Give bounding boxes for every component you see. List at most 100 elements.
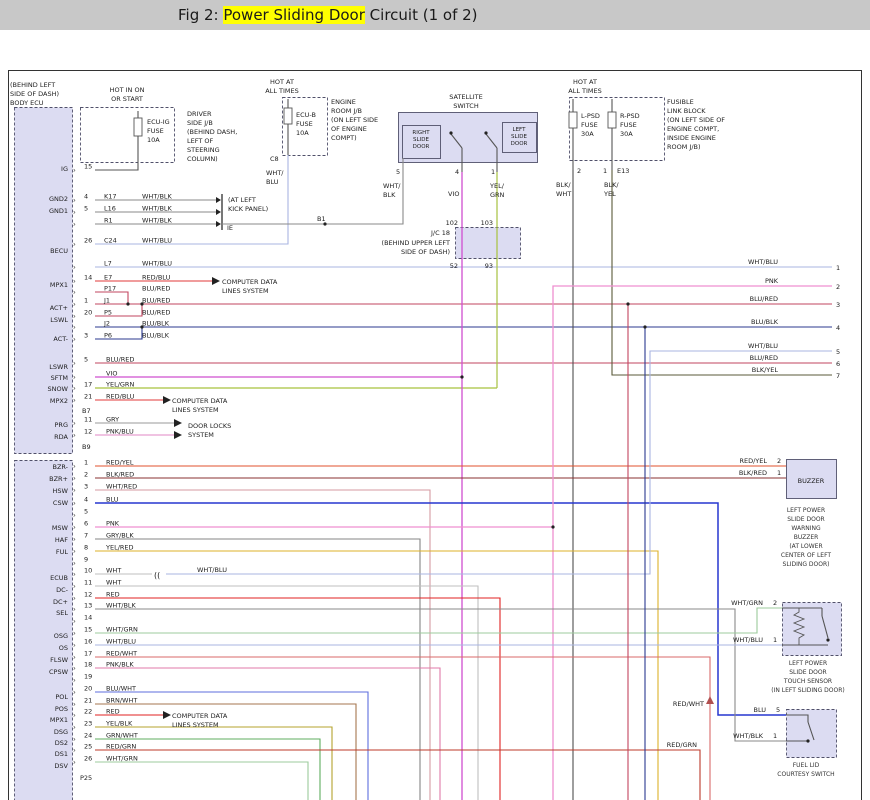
pin-connector-icon: ›: [73, 289, 76, 297]
touch-sensor-box: [783, 603, 842, 656]
pin-number: 15: [84, 163, 92, 171]
pin-label: BZR-: [52, 463, 68, 471]
label: OR START: [111, 95, 143, 103]
pin-number: 8: [84, 544, 88, 552]
label: SIDE OF DASH): [10, 90, 59, 98]
junction-dot: [449, 131, 452, 134]
pin-number: 14: [84, 614, 92, 622]
pin-label: ACT-: [53, 335, 68, 343]
pin-number: 23: [84, 720, 92, 728]
label: 1: [773, 636, 777, 644]
label: ECU-IG: [147, 118, 170, 126]
pin-number: 11: [84, 579, 92, 587]
pin-label: GND1: [49, 207, 68, 215]
pin-number: 16: [84, 638, 92, 646]
label: B9: [82, 443, 91, 451]
pin-number: 12: [84, 428, 92, 436]
label: P25: [80, 774, 92, 782]
label: 2: [777, 457, 781, 465]
label: COMPUTER DATA: [172, 712, 228, 720]
label: ALL TIMES: [265, 87, 298, 95]
pin-label: PRG: [55, 421, 68, 429]
wire-color-label: GRY/BLK: [106, 532, 134, 540]
pin-connector-icon: ›: [73, 606, 76, 614]
pin-number: 3: [84, 332, 88, 340]
pin-connector-icon: ›: [73, 654, 76, 662]
wire-code: E7: [104, 274, 112, 282]
pin-number: 5: [84, 205, 88, 213]
pin-number: 24: [84, 732, 92, 740]
pin-label: DSV: [54, 762, 68, 770]
junction-dot: [460, 375, 463, 378]
label: ROOM J/B: [331, 107, 362, 115]
label: FUSE: [581, 121, 598, 129]
fuse-symbol: [284, 108, 292, 124]
label: DOOR LOCKS: [188, 422, 231, 430]
wire-color-label: BLU/RED: [106, 356, 134, 364]
label: KICK PANEL): [228, 205, 268, 213]
label: DOOR: [413, 144, 430, 150]
wire-color-label: YEL/RED: [105, 544, 134, 552]
wire-code: K17: [104, 193, 117, 201]
pin-number: 9: [84, 556, 88, 564]
wire-color-label: YEL/GRN: [105, 381, 134, 389]
pin-number: 4: [84, 496, 88, 504]
pin-connector-icon: ›: [73, 385, 76, 393]
label: LINES SYSTEM: [172, 721, 219, 729]
wire-color-label: BLU/RED: [142, 309, 170, 317]
label: J/C 18: [430, 229, 450, 237]
label: 1: [777, 469, 781, 477]
wire-color-label: WHT/GRN: [106, 755, 138, 763]
label: SATELLITE: [449, 93, 483, 101]
wire-color-label: WHT: [106, 567, 121, 575]
label: 7: [836, 372, 840, 380]
label: LEFT: [513, 127, 527, 133]
pin-connector-icon: ›: [73, 397, 76, 405]
pin-connector-icon: ›: [73, 167, 76, 175]
wire-color-label: RED/WHT: [106, 650, 137, 658]
pin-number: 26: [84, 237, 92, 245]
label: WHT/BLU: [197, 566, 227, 574]
pin-connector-icon: ›: [73, 301, 76, 309]
pin-label: POL: [55, 693, 68, 701]
label: 5: [396, 168, 400, 176]
pin-label: POS: [55, 705, 68, 713]
pin-label: MSW: [52, 524, 69, 532]
label: BLU: [753, 706, 766, 714]
label: SWITCH: [453, 102, 479, 110]
pin-connector-icon: ›: [73, 712, 76, 720]
pin-number: 26: [84, 755, 92, 763]
pin-label: HSW: [53, 487, 69, 495]
fuse-symbol: [134, 118, 142, 136]
wire-color-label: YEL/BLK: [105, 720, 133, 728]
label: (IN LEFT SLIDING DOOR): [771, 687, 845, 694]
wire-code: J1: [103, 297, 110, 305]
wire-color-label: GRY: [106, 416, 119, 424]
label: YEL: [603, 190, 616, 198]
pin-number: 20: [84, 309, 92, 317]
pin-connector-icon: ›: [73, 313, 76, 321]
label: BLK/RED: [739, 469, 767, 477]
label: 3: [836, 301, 840, 309]
label: GRN: [490, 191, 505, 199]
pin-label: MPX1: [50, 281, 68, 289]
junction-dot: [626, 302, 629, 305]
pin-number: 20: [84, 685, 92, 693]
pin-label: OS: [59, 644, 68, 652]
label: ((: [154, 571, 160, 580]
pin-number: 6: [84, 520, 88, 528]
wire-color-label: BLU/BLK: [142, 332, 170, 340]
pin-label: DS2: [55, 739, 68, 747]
label: YEL/: [489, 182, 505, 190]
pin-number: 1: [84, 297, 88, 305]
pin-connector-icon: ›: [73, 736, 76, 744]
pin-label: ECUB: [50, 574, 68, 582]
label: LINES SYSTEM: [172, 406, 219, 414]
wire-color-label: WHT/BLK: [142, 217, 173, 225]
wire-color-label: VIO: [106, 370, 117, 378]
label: FUSIBLE: [667, 98, 694, 106]
label: 1: [603, 167, 607, 175]
pin-label: CPSW: [49, 668, 69, 676]
label: LINK BLOCK: [667, 107, 706, 115]
pin-connector-icon: ›: [73, 560, 76, 568]
